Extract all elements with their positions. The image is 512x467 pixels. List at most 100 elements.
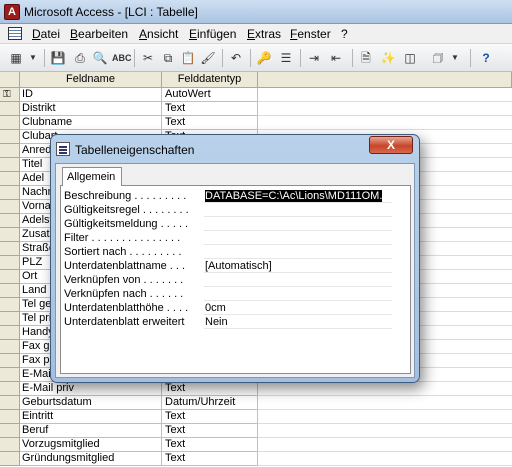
row-selector[interactable]	[0, 284, 20, 298]
menu-datei[interactable]: Datei	[32, 27, 60, 41]
field-name-cell[interactable]: Geburtsdatum	[20, 396, 162, 410]
row-selector[interactable]	[0, 382, 20, 396]
table-row[interactable]: ⚿ ID AutoWert	[0, 88, 512, 102]
property-value-field[interactable]: [Automatisch]	[204, 259, 392, 273]
table-row[interactable]: E-Mail priv Text	[0, 382, 512, 396]
undo-icon[interactable]: ↶	[228, 50, 244, 66]
field-type-cell[interactable]: Text	[162, 382, 258, 396]
field-name-cell[interactable]: ID	[20, 88, 162, 102]
table-row[interactable]: Distrikt Text	[0, 102, 512, 116]
field-description-cell[interactable]	[258, 452, 512, 466]
row-selector[interactable]	[0, 326, 20, 340]
field-type-cell[interactable]: Text	[162, 102, 258, 116]
print-icon[interactable]: ⎙	[72, 50, 88, 66]
field-type-cell[interactable]: Text	[162, 438, 258, 452]
field-description-cell[interactable]	[258, 116, 512, 130]
view-design-icon[interactable]: ▦	[8, 50, 24, 66]
property-value-field[interactable]	[204, 217, 392, 231]
row-selector[interactable]: ⚿	[0, 88, 20, 102]
property-value-field[interactable]	[204, 287, 392, 301]
tab-allgemein[interactable]: Allgemein	[62, 167, 122, 186]
field-type-cell[interactable]: Text	[162, 424, 258, 438]
row-selector[interactable]	[0, 144, 20, 158]
row-selector[interactable]	[0, 452, 20, 466]
field-description-cell[interactable]	[258, 102, 512, 116]
property-value-field[interactable]	[204, 231, 392, 245]
field-type-cell[interactable]: Text	[162, 410, 258, 424]
save-icon[interactable]: 💾	[50, 50, 66, 66]
table-row[interactable]: Gründungsmitglied Text	[0, 452, 512, 466]
row-selector[interactable]	[0, 396, 20, 410]
table-row[interactable]: Beruf Text	[0, 424, 512, 438]
field-type-cell[interactable]: AutoWert	[162, 88, 258, 102]
field-type-cell[interactable]: Datum/Uhrzeit	[162, 396, 258, 410]
field-name-cell[interactable]: E-Mail priv	[20, 382, 162, 396]
table-row[interactable]: Clubname Text	[0, 116, 512, 130]
close-button[interactable]: X	[369, 136, 413, 154]
field-name-cell[interactable]: Eintritt	[20, 410, 162, 424]
field-name-cell[interactable]: Vorzugsmitglied	[20, 438, 162, 452]
property-value-field[interactable]	[204, 203, 392, 217]
field-description-cell[interactable]	[258, 438, 512, 452]
help-icon[interactable]: ?	[478, 50, 494, 66]
field-description-cell[interactable]	[258, 424, 512, 438]
primary-key-icon[interactable]: 🔑	[256, 50, 272, 66]
table-row[interactable]: Geburtsdatum Datum/Uhrzeit	[0, 396, 512, 410]
field-name-cell[interactable]: Beruf	[20, 424, 162, 438]
menu-bearbeiten[interactable]: Bearbeiten	[70, 27, 128, 41]
table-row[interactable]: Vorzugsmitglied Text	[0, 438, 512, 452]
row-selector[interactable]	[0, 270, 20, 284]
row-selector[interactable]	[0, 172, 20, 186]
row-selector[interactable]	[0, 102, 20, 116]
row-selector[interactable]	[0, 368, 20, 382]
row-selector[interactable]	[0, 116, 20, 130]
row-selector[interactable]	[0, 354, 20, 368]
field-description-cell[interactable]	[258, 396, 512, 410]
table-window-icon[interactable]	[8, 27, 22, 40]
menu-einfuegen[interactable]: Einfügen	[189, 27, 236, 41]
row-selector[interactable]	[0, 410, 20, 424]
menu-ansicht[interactable]: Ansicht	[139, 27, 178, 41]
field-name-cell[interactable]: Distrikt	[20, 102, 162, 116]
row-selector[interactable]	[0, 200, 20, 214]
row-selector[interactable]	[0, 186, 20, 200]
menu-fenster[interactable]: Fenster	[290, 27, 331, 41]
print-preview-icon[interactable]: 🔍	[92, 50, 108, 66]
row-selector[interactable]	[0, 242, 20, 256]
field-description-cell[interactable]	[258, 382, 512, 396]
properties-icon[interactable]: 🗎	[358, 50, 374, 66]
database-window-icon[interactable]: ◫	[402, 50, 418, 66]
row-selector[interactable]	[0, 256, 20, 270]
field-name-cell[interactable]: Gründungsmitglied	[20, 452, 162, 466]
delete-rows-icon[interactable]: ⇤	[328, 50, 344, 66]
row-selector[interactable]	[0, 438, 20, 452]
property-value-field[interactable]: Nein	[204, 315, 392, 329]
row-selector[interactable]	[0, 228, 20, 242]
property-value-field[interactable]: 0cm	[204, 301, 392, 315]
property-value-field[interactable]	[204, 245, 392, 259]
row-selector[interactable]	[0, 298, 20, 312]
row-selector[interactable]	[0, 340, 20, 354]
spellcheck-icon[interactable]: ABC	[112, 50, 132, 66]
dropdown-arrow-icon[interactable]: ▼	[450, 50, 460, 66]
row-selector[interactable]	[0, 214, 20, 228]
build-icon[interactable]: ✨	[380, 50, 396, 66]
copy-icon[interactable]: ⧉	[160, 50, 176, 66]
property-value-field[interactable]: DATABASE=C:\Ac\Lions\MD111OM.	[204, 189, 392, 203]
new-object-icon[interactable]: 🗇	[430, 50, 446, 66]
indexes-icon[interactable]: ☰	[278, 50, 294, 66]
field-description-cell[interactable]	[258, 410, 512, 424]
menu-help[interactable]: ?	[341, 27, 348, 41]
dropdown-arrow-icon[interactable]: ▼	[28, 50, 38, 66]
field-type-cell[interactable]: Text	[162, 452, 258, 466]
field-description-cell[interactable]	[258, 88, 512, 102]
access-key-icon[interactable]: A	[4, 4, 20, 20]
format-painter-icon[interactable]: 🖌	[200, 50, 216, 66]
insert-rows-icon[interactable]: ⇥	[306, 50, 322, 66]
cut-icon[interactable]: ✂	[140, 50, 156, 66]
field-name-cell[interactable]: Clubname	[20, 116, 162, 130]
menu-extras[interactable]: Extras	[247, 27, 281, 41]
row-selector[interactable]	[0, 424, 20, 438]
table-row[interactable]: Eintritt Text	[0, 410, 512, 424]
property-value-field[interactable]	[204, 273, 392, 287]
